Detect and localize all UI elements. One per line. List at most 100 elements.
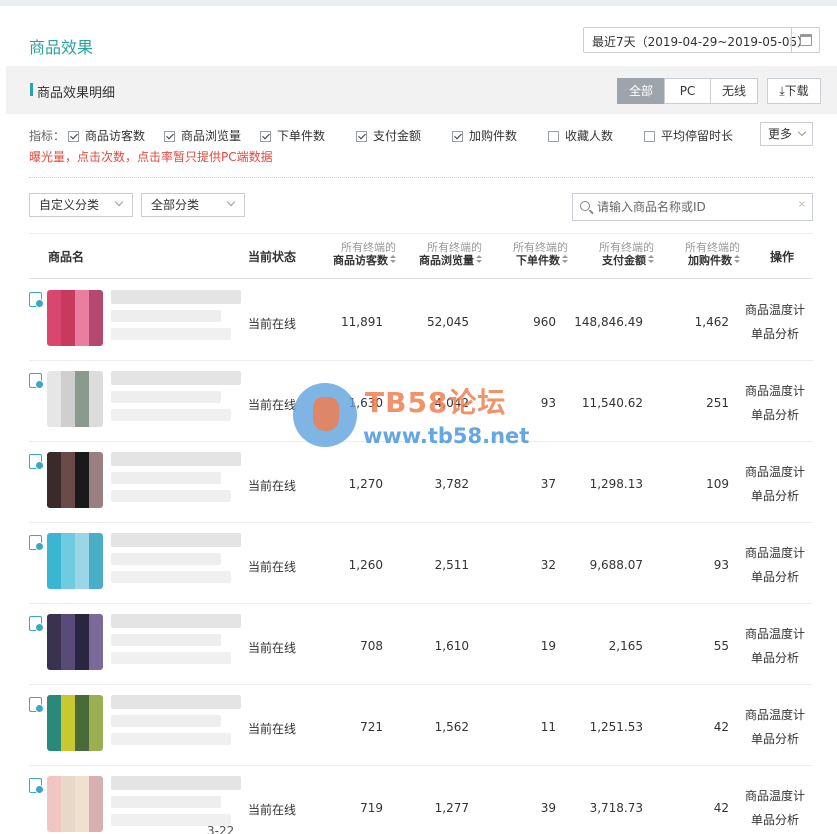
header-product-label: 商品名 (48, 250, 85, 264)
clear-icon[interactable]: × (798, 199, 806, 210)
header-cart[interactable]: 所有终端的 加购件数 (661, 241, 740, 268)
single-analysis-link[interactable]: 单品分析 (745, 811, 805, 828)
views-cell: 1,562 (434, 720, 469, 734)
product-mobile-icon (29, 616, 44, 632)
single-analysis-link[interactable]: 单品分析 (745, 649, 805, 666)
temperature-link[interactable]: 商品温度计 (745, 787, 805, 804)
cart-cell: 42 (713, 801, 729, 815)
product-thumbnail[interactable] (47, 290, 103, 346)
chevron-down-icon (226, 197, 236, 207)
payment-cell: 11,540.62 (581, 396, 643, 410)
temperature-link[interactable]: 商品温度计 (745, 544, 805, 561)
checkbox-payment[interactable] (356, 131, 367, 142)
temperature-link[interactable]: 商品温度计 (745, 706, 805, 723)
table-row[interactable]: 当前在线 11,891 52,045 960 148,846.49 1,462 商品温度计单… (29, 280, 813, 361)
section-header: 商品效果明细 全部 PC 无线 ⤓下载 (6, 66, 837, 114)
cart-cell: 251 (706, 396, 729, 410)
orders-cell: 19 (540, 639, 556, 653)
single-analysis-link[interactable]: 单品分析 (745, 325, 805, 342)
cart-cell: 55 (713, 639, 729, 653)
all-category-select[interactable]: 全部分类 (141, 193, 245, 217)
calendar-icon (800, 34, 812, 46)
more-metrics-button[interactable]: 更多 (760, 122, 813, 146)
table-row[interactable]: 当前在线 1,630 4,042 93 11,540.62 251 商品温度计 单品分析 (29, 361, 813, 442)
checkbox-cart[interactable] (452, 131, 463, 142)
orders-cell: 11 (540, 720, 556, 734)
single-analysis-link[interactable]: 单品分析 (745, 487, 805, 504)
checkbox-visitors[interactable] (68, 131, 79, 142)
product-thumbnail[interactable] (47, 776, 103, 832)
temperature-link[interactable]: 商品温度计 (745, 625, 805, 642)
checkbox-views[interactable] (164, 131, 175, 142)
date-range-picker[interactable]: 最近7天（2019-04-29~2019-05-05） (583, 27, 820, 53)
payment-cell: 1,251.53 (589, 720, 643, 734)
sort-icon[interactable] (648, 255, 654, 265)
sort-icon[interactable] (734, 255, 740, 265)
product-thumbnail[interactable] (47, 452, 103, 508)
pc-data-notice: 曝光量，点击次数，点击率暂只提供PC端数据 (29, 150, 273, 164)
tab-pc[interactable]: PC (664, 78, 711, 104)
custom-category-select[interactable]: 自定义分类 (29, 193, 133, 217)
metric-views[interactable]: 商品浏览量 (164, 127, 241, 144)
table-header: 商品名 当前状态 所有终端的 商品访客数 所有终端的 商品浏览量 所有终端的 下… (29, 233, 813, 279)
visitors-cell: 1,270 (348, 477, 383, 491)
header-orders-label: 下单件数 (516, 254, 560, 267)
sort-icon[interactable] (390, 255, 396, 265)
search-icon (580, 201, 590, 211)
checkbox-orders[interactable] (260, 131, 271, 142)
table-row[interactable]: 当前在线 1,260 2,511 32 9,688.07 93 商品温度计 单品分析 (29, 523, 813, 604)
single-analysis-link[interactable]: 单品分析 (745, 568, 805, 585)
product-thumbnail[interactable] (47, 371, 103, 427)
sort-icon[interactable] (562, 255, 568, 265)
custom-category-value: 自定义分类 (39, 198, 100, 212)
metric-orders[interactable]: 下单件数 (260, 127, 325, 144)
views-cell: 2,511 (434, 558, 469, 572)
status-cell: 当前在线 (248, 479, 297, 493)
product-name-blurred (111, 571, 231, 583)
temperature-link[interactable]: 商品温度计 (745, 463, 805, 480)
metric-cart[interactable]: 加购件数 (452, 127, 517, 144)
search-input[interactable] (597, 198, 787, 216)
product-name-blurred (111, 776, 241, 790)
product-search[interactable]: × (572, 193, 813, 221)
header-payment-label: 支付金额 (602, 254, 646, 267)
tab-all[interactable]: 全部 (617, 78, 665, 104)
payment-cell: 2,165 (608, 639, 643, 653)
table-row[interactable]: 当前在线 719 1,277 39 3,718.73 42 商品温度计 单品分析 3-22 (29, 766, 813, 834)
table-row[interactable]: 当前在线 708 1,610 19 2,165 55 商品温度计 单品分析 (29, 604, 813, 685)
metric-dwell-time[interactable]: 平均停留时长 (644, 127, 733, 144)
page-title: 商品效果 (29, 38, 94, 57)
more-metrics-label: 更多 (768, 127, 793, 141)
metric-visitors[interactable]: 商品访客数 (68, 127, 145, 144)
checkbox-favorites[interactable] (548, 131, 559, 142)
header-payment-sub: 所有终端的 (599, 241, 654, 254)
product-name-blurred (111, 733, 231, 745)
temperature-link[interactable]: 商品温度计 (745, 382, 805, 399)
product-name-blurred (111, 533, 241, 547)
product-thumbnail[interactable] (47, 614, 103, 670)
tab-wireless[interactable]: 无线 (710, 78, 758, 104)
calendar-button[interactable] (791, 28, 819, 52)
header-orders[interactable]: 所有终端的 下单件数 (489, 241, 568, 268)
product-name-blurred (111, 371, 241, 385)
checkbox-dwell-time[interactable] (644, 131, 655, 142)
header-views[interactable]: 所有终端的 商品浏览量 (403, 241, 482, 268)
temperature-link[interactable]: 商品温度计 (745, 301, 805, 318)
single-analysis-link[interactable]: 单品分析 (745, 406, 805, 423)
sort-icon[interactable] (476, 255, 482, 265)
metric-favorites[interactable]: 收藏人数 (548, 127, 613, 144)
header-visitors[interactable]: 所有终端的 商品访客数 (317, 241, 396, 268)
single-analysis-link[interactable]: 单品分析 (745, 730, 805, 747)
header-payment[interactable]: 所有终端的 支付金额 (575, 241, 654, 268)
table-row[interactable]: 当前在线 1,270 3,782 37 1,298.13 109 商品温度计 单品分析 (29, 442, 813, 523)
download-button[interactable]: ⤓下载 (767, 78, 821, 104)
product-thumbnail[interactable] (47, 695, 103, 751)
product-thumbnail[interactable] (47, 533, 103, 589)
metric-orders-label: 下单件数 (277, 129, 326, 143)
visitors-cell: 708 (360, 639, 383, 653)
metric-payment[interactable]: 支付金额 (356, 127, 421, 144)
header-visitors-label: 商品访客数 (333, 254, 388, 267)
product-name-blurred (111, 409, 231, 421)
visitors-cell: 719 (360, 801, 383, 815)
table-row[interactable]: 当前在线 721 1,562 11 1,251.53 42 商品温度计 单品分析 (29, 685, 813, 766)
